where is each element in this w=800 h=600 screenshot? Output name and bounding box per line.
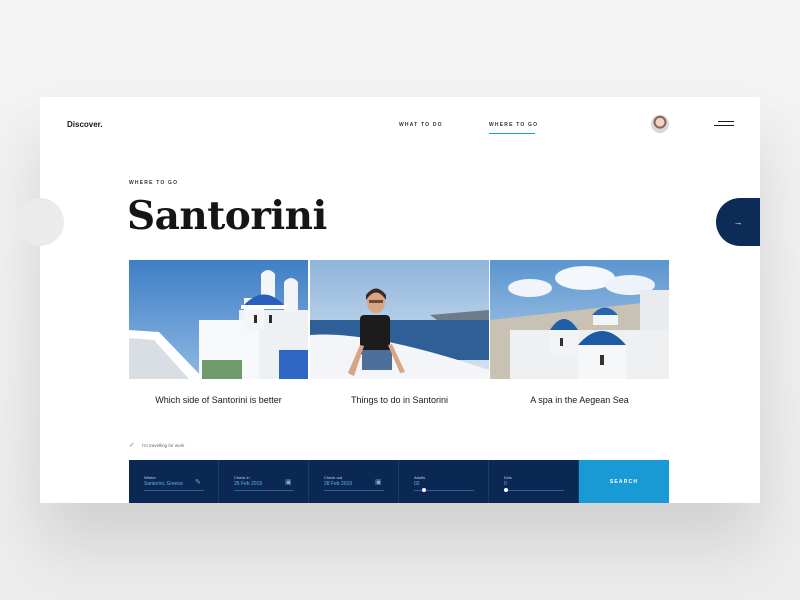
- check-in-value[interactable]: 25 Feb 2019: [234, 481, 262, 487]
- check-icon[interactable]: ✓: [129, 442, 136, 449]
- booking-search-bar: Where Santorini, Greece ✎ Check in 25 Fe…: [129, 460, 669, 503]
- carousel-prev-button[interactable]: [16, 198, 64, 246]
- adults-slider-handle[interactable]: [422, 488, 426, 492]
- logo[interactable]: Discover.: [67, 120, 103, 129]
- where-label: Where: [144, 475, 156, 480]
- article-image-2[interactable]: [310, 260, 489, 379]
- blue-domes-photo: [490, 260, 669, 379]
- work-checkbox-label: I'm travelling for work: [142, 443, 185, 448]
- article-photos: [129, 260, 669, 379]
- kids-label: Kids: [504, 475, 512, 480]
- adults-label: Adults: [414, 475, 426, 480]
- work-checkbox-row[interactable]: ✓ I'm travelling for work: [129, 442, 184, 449]
- kids-slider-track[interactable]: [504, 490, 564, 491]
- check-out-label: Check out: [324, 475, 343, 480]
- check-in-field[interactable]: Check in 25 Feb 2019 ▣: [219, 460, 309, 503]
- article-caption-1[interactable]: Which side of Santorini is better: [129, 395, 308, 405]
- arrow-right-icon: →: [733, 217, 743, 227]
- nav-where-to-go[interactable]: WHERE TO GO: [489, 122, 538, 128]
- check-out-field[interactable]: Check out 28 Feb 2019 ▣: [309, 460, 399, 503]
- calendar-icon[interactable]: ▣: [285, 478, 292, 486]
- where-value[interactable]: Santorini, Greece: [144, 481, 183, 487]
- hamburger-icon[interactable]: [714, 120, 734, 128]
- main-card: Discover. WHAT TO DO WHERE TO GO WHERE T…: [40, 97, 760, 503]
- article-image-1[interactable]: [129, 260, 308, 379]
- kids-value: 0: [504, 481, 507, 487]
- nav-what-to-do[interactable]: WHAT TO DO: [399, 122, 443, 128]
- article-caption-3[interactable]: A spa in the Aegean Sea: [490, 395, 669, 405]
- kids-field[interactable]: Kids 0: [489, 460, 579, 503]
- check-out-value[interactable]: 28 Feb 2019: [324, 481, 352, 487]
- search-button[interactable]: SEARCH: [579, 460, 669, 503]
- pencil-icon[interactable]: ✎: [195, 478, 201, 486]
- check-in-label: Check in: [234, 475, 250, 480]
- woman-photo: [310, 260, 489, 379]
- kids-slider-handle[interactable]: [504, 488, 508, 492]
- calendar-icon[interactable]: ▣: [375, 478, 382, 486]
- adults-value: 02: [414, 481, 420, 487]
- section-eyebrow: WHERE TO GO: [129, 180, 179, 186]
- article-caption-2[interactable]: Things to do in Santorini: [310, 395, 489, 405]
- nav-active-underline: [489, 133, 535, 134]
- church-photo: [129, 260, 308, 379]
- avatar[interactable]: [651, 115, 669, 133]
- page-title: Santorini: [127, 193, 327, 239]
- carousel-next-button[interactable]: →: [716, 198, 760, 246]
- adults-field[interactable]: Adults 02: [399, 460, 489, 503]
- where-field[interactable]: Where Santorini, Greece ✎: [129, 460, 219, 503]
- article-image-3[interactable]: [490, 260, 669, 379]
